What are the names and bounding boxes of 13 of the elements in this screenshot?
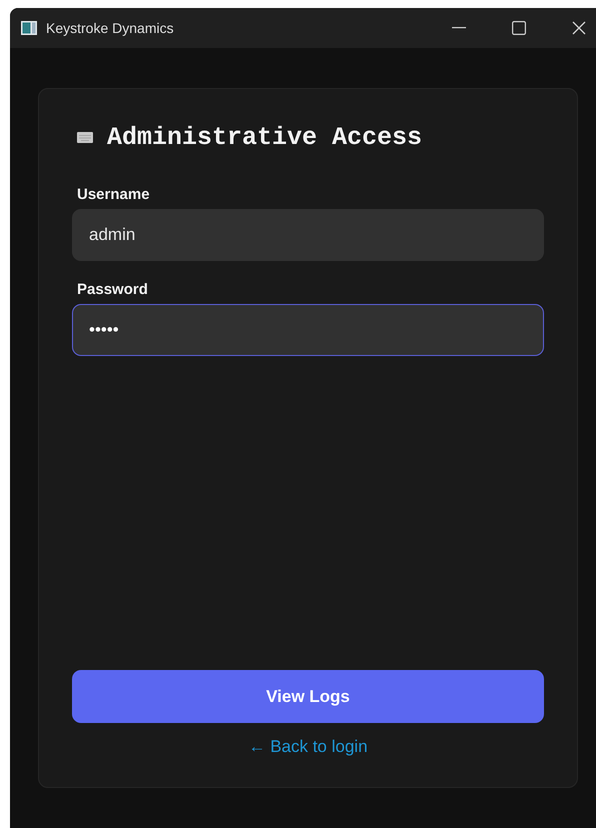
back-link[interactable]: ← Back to login bbox=[248, 737, 368, 757]
maximize-icon[interactable] bbox=[512, 21, 526, 35]
app-icon bbox=[21, 21, 37, 35]
input-field[interactable]: admin bbox=[72, 209, 544, 261]
field-label: Password bbox=[77, 281, 149, 298]
view-logs-button[interactable]: View Logs bbox=[72, 670, 544, 723]
window-title: Keystroke Dynamics bbox=[46, 20, 174, 36]
page-heading: Administrative Access bbox=[107, 123, 422, 152]
minimize-icon[interactable] bbox=[452, 27, 466, 29]
field-label: Username bbox=[77, 186, 151, 203]
close-icon[interactable] bbox=[572, 21, 586, 35]
keyboard-icon bbox=[77, 132, 93, 143]
input-field[interactable]: ••••• bbox=[72, 304, 544, 356]
